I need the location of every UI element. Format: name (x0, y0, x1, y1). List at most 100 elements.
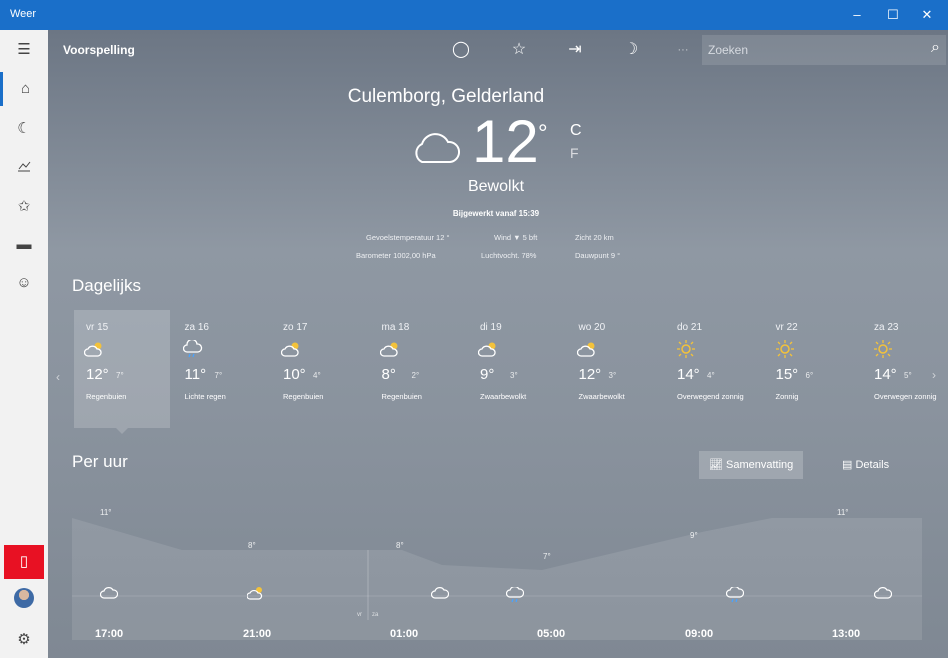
day-condition: Regenbuien (86, 392, 127, 401)
daily-heading: Dagelijks (72, 276, 141, 295)
summary-button[interactable]: 📈︎ Samenvatting (699, 451, 804, 479)
day-card[interactable]: za 16 11° 7° Lichte regen (173, 310, 269, 428)
star-list-icon[interactable]: ✩ (0, 190, 48, 224)
day-card[interactable]: wo 20 12° 3° Zwaarbewolkt (567, 310, 663, 428)
search-box[interactable]: ⌕ (702, 35, 946, 65)
unit-celsius[interactable]: C (570, 122, 582, 140)
day-card[interactable]: do 21 14° 4° Overwegend zonnig (665, 310, 761, 428)
hourly-temp: 8° (396, 541, 404, 550)
day-high: 14° (677, 366, 700, 383)
rain-icon (182, 338, 203, 358)
details-label: Details (855, 459, 890, 471)
pin-icon[interactable]: ⇥ (560, 36, 590, 64)
maximize-button[interactable]: ☐ (878, 4, 908, 26)
hour-label: 17:00 (95, 628, 124, 640)
hourly-temp: 11° (837, 508, 849, 517)
updated-time: Bijgewerkt vanaf 15:39 (452, 209, 540, 218)
day-high: 14° (874, 366, 897, 383)
sun-icon (675, 340, 695, 358)
day-low: 6° (805, 371, 814, 380)
day-card[interactable]: zo 17 10° 4° Regenbuien (271, 310, 367, 428)
location-name: Culemborg, Gelderland (347, 86, 545, 107)
day-low: 2° (411, 371, 420, 380)
top-bar: Voorspelling ◯ ☆ ⇥ ☽ ··· ⌕ (48, 30, 948, 70)
day-card[interactable]: ma 18 8° 2° Regenbuien (370, 310, 466, 428)
day-condition: Overwegen zonnig (874, 392, 937, 401)
day-low: 3° (608, 371, 617, 380)
day-low: 7° (214, 371, 223, 380)
partly-cloudy-icon (247, 587, 263, 600)
day-card[interactable]: vr 15 12° 7° Regenbuien (74, 310, 170, 428)
current-temp: 12 (472, 108, 539, 175)
day-name: za 16 (184, 322, 209, 333)
day-card[interactable]: za 23 14° 5° Overwegen zonnig (862, 310, 948, 428)
day-name: wo 20 (578, 322, 606, 333)
day-high: 9° (480, 366, 495, 383)
day-name: zo 17 (283, 322, 308, 333)
hourly-temp: 8° (248, 541, 256, 550)
partly-cloudy-icon (477, 340, 498, 357)
nav-rail: ☰ ⌂ ☾ ✩ ▬ ☺ ▯ ⚙ (0, 30, 48, 658)
main-area: Voorspelling ◯ ☆ ⇥ ☽ ··· ⌕ Culemborg, Ge… (48, 30, 948, 658)
partly-cloudy-icon (576, 340, 597, 357)
smiley-icon[interactable]: ☺ (0, 266, 48, 300)
minimize-button[interactable]: – (842, 4, 872, 26)
hour-label: 21:00 (243, 628, 272, 640)
cloud-icon (874, 587, 892, 599)
day-name: za 23 (874, 322, 899, 333)
gear-icon[interactable]: ⚙ (0, 623, 48, 657)
day-condition: Lichte regen (184, 392, 226, 401)
day-condition: Zonnig (775, 392, 799, 401)
hour-label: 13:00 (832, 628, 861, 640)
list-icon: ▤ (842, 459, 853, 471)
hourly-temp: 11° (100, 508, 112, 517)
day-card[interactable]: vr 22 15° 6° Zonnig (764, 310, 860, 428)
day-high: 12° (86, 366, 109, 383)
sun-icon (774, 340, 794, 358)
phone-icon[interactable]: ▯ (4, 545, 44, 579)
details-button[interactable]: ▤ Details (832, 451, 899, 479)
partly-cloudy-icon (280, 340, 301, 357)
day-condition: Zwaarbewolkt (578, 392, 625, 401)
day-split-right: za (372, 612, 379, 618)
close-button[interactable]: ✕ (912, 4, 942, 26)
day-split-left: vr (357, 612, 362, 618)
day-high: 15° (775, 366, 799, 383)
day-name: di 19 (480, 322, 502, 333)
search-icon[interactable]: ⌕ (931, 39, 940, 57)
hour-label: 05:00 (537, 628, 566, 640)
day-name: vr 22 (775, 322, 798, 333)
feels-like: Gevoelstemperatuur 12 ° (366, 233, 450, 242)
news-icon[interactable]: ▬ (0, 228, 48, 262)
moon-icon[interactable]: ☽ (616, 36, 646, 64)
unit-fahrenheit[interactable]: F (570, 145, 579, 161)
current-condition: Bewolkt (467, 178, 525, 195)
visibility: Zicht 20 km (575, 233, 614, 242)
hourly-heading: Per uur (72, 452, 128, 471)
selected-pointer (116, 428, 128, 434)
refresh-icon[interactable]: ◯ (446, 36, 476, 64)
scroll-left-icon[interactable]: ‹ (56, 370, 60, 384)
wind: Wind ▼ 5 bft (494, 233, 538, 242)
favorite-icon[interactable]: ☆ (504, 36, 534, 64)
home-icon[interactable]: ⌂ (0, 72, 48, 106)
partly-cloudy-icon (379, 340, 400, 357)
summary-label: Samenvatting (726, 459, 794, 471)
more-icon[interactable]: ··· (668, 36, 698, 64)
rain-icon (726, 587, 744, 603)
hamburger-icon[interactable]: ☰ (0, 33, 48, 67)
chart-icon[interactable] (0, 152, 48, 186)
hour-label: 09:00 (685, 628, 714, 640)
moon-forecast-icon[interactable]: ☾ (0, 112, 48, 146)
day-low: 5° (904, 371, 912, 380)
search-input[interactable] (702, 35, 902, 65)
partly-cloudy-icon (83, 340, 104, 357)
page-title: Voorspelling (63, 43, 135, 57)
rain-icon (506, 587, 524, 603)
day-card[interactable]: di 19 9° 3° Zwaarbewolkt (468, 310, 564, 428)
hourly-temp: 7° (543, 552, 551, 561)
avatar[interactable] (14, 588, 34, 608)
dewpoint: Dauwpunt 9 ° (575, 251, 621, 260)
day-condition: Regenbuien (381, 392, 422, 401)
cloud-icon (431, 587, 449, 599)
